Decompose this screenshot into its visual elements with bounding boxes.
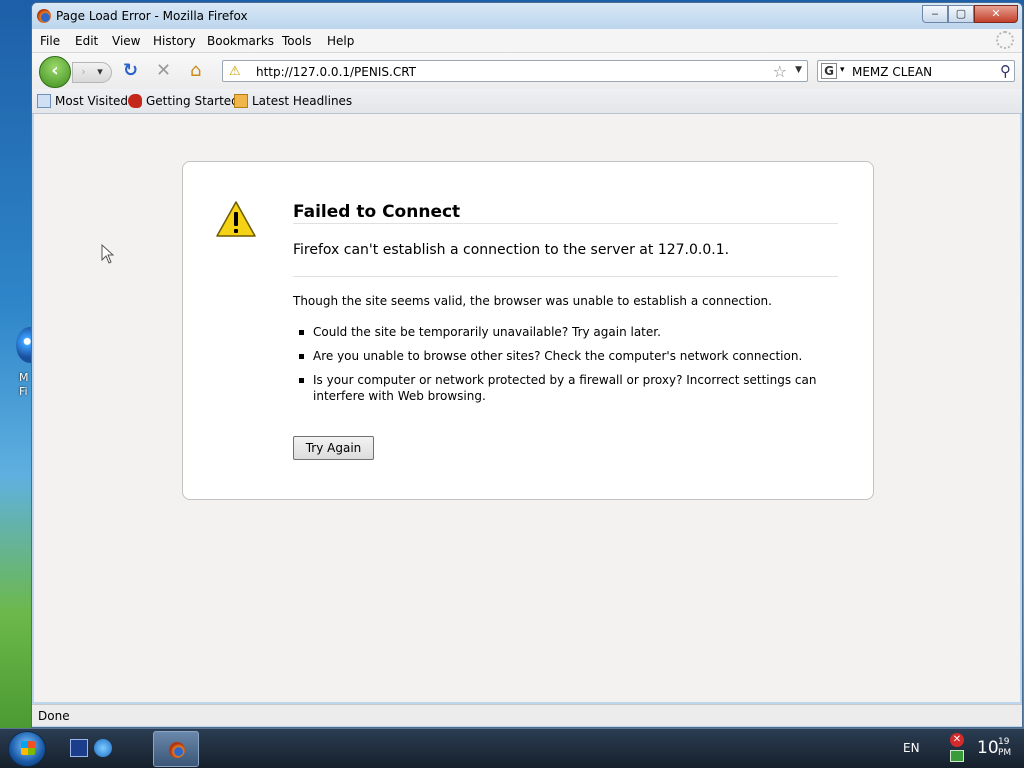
url-bar[interactable]: ⚠ http://127.0.0.1/PENIS.CRT ☆ ▼ <box>222 60 808 82</box>
window-title: Page Load Error - Mozilla Firefox <box>56 9 248 23</box>
maximize-button[interactable]: ▢ <box>948 5 974 23</box>
internet-explorer-icon[interactable] <box>94 739 112 757</box>
bookmark-label: Getting Started <box>146 94 239 108</box>
title-divider <box>293 223 838 224</box>
menu-bookmarks[interactable]: Bookmarks <box>207 34 274 48</box>
history-dropdown-icon[interactable]: ▾ <box>97 65 103 78</box>
desktop-shortcut-label: M Fi <box>19 371 29 398</box>
menu-bar: File Edit View History Bookmarks Tools H… <box>32 29 1022 53</box>
warning-icon <box>216 201 256 237</box>
bookmark-star-icon[interactable]: ☆ <box>773 62 787 81</box>
search-engine-dropdown-icon[interactable]: ▾ <box>840 65 845 75</box>
bookmark-latest-headlines[interactable]: Latest Headlines <box>234 94 352 108</box>
stop-icon[interactable]: ✕ <box>156 62 171 80</box>
list-item: Could the site be temporarily unavailabl… <box>299 324 819 340</box>
status-bar: Done <box>32 704 1022 726</box>
desktop-shortcut-icon[interactable]: M Fi <box>0 325 44 405</box>
list-item: Is your computer or network protected by… <box>299 372 819 404</box>
mouse-cursor-icon <box>101 244 114 264</box>
menu-history[interactable]: History <box>153 34 196 48</box>
status-text: Done <box>38 709 70 723</box>
forward-arrow-icon: › <box>81 65 86 78</box>
show-desktop-icon[interactable] <box>70 739 88 757</box>
menu-edit[interactable]: Edit <box>75 34 98 48</box>
bookmark-label: Most Visited <box>55 94 129 108</box>
menu-view[interactable]: View <box>112 34 140 48</box>
rss-feed-icon <box>234 94 248 108</box>
forward-button[interactable]: › ▾ <box>72 62 112 83</box>
folder-icon <box>37 94 51 108</box>
error-suggestions-list: Could the site be temporarily unavailabl… <box>299 324 819 412</box>
back-button[interactable]: ‹ <box>39 56 71 88</box>
back-arrow-icon: ‹ <box>51 60 59 81</box>
page-content: Failed to Connect Firefox can't establis… <box>34 114 1020 702</box>
menu-file[interactable]: File <box>40 34 60 48</box>
firefox-app-icon[interactable] <box>37 9 51 23</box>
system-clock[interactable]: 10 19 PM <box>977 737 1011 758</box>
url-input[interactable]: http://127.0.0.1/PENIS.CRT <box>256 65 416 79</box>
home-icon[interactable]: ⌂ <box>190 62 201 80</box>
bookmarks-toolbar: Most Visited Getting Started Latest Head… <box>32 89 1022 114</box>
clock-hour: 10 <box>977 738 999 758</box>
windows-logo-icon <box>21 741 35 755</box>
minimize-button[interactable]: ‒ <box>922 5 948 23</box>
reload-icon[interactable]: ↻ <box>123 62 138 80</box>
error-title: Failed to Connect <box>293 202 461 222</box>
start-button[interactable] <box>8 731 46 767</box>
search-input[interactable]: MEMZ CLEAN <box>852 65 932 79</box>
bookmark-most-visited[interactable]: Most Visited <box>37 94 128 108</box>
firefox-icon <box>169 742 185 758</box>
taskbar: EN ✕ 10 19 PM <box>0 728 1024 768</box>
try-again-button[interactable]: Try Again <box>293 436 374 460</box>
list-item: Are you unable to browse other sites? Ch… <box>299 348 819 364</box>
close-button[interactable]: ✕ <box>974 5 1018 23</box>
title-bar[interactable]: Page Load Error - Mozilla Firefox ‒ ▢ ✕ <box>32 3 1022 29</box>
search-engine-google-icon[interactable]: G <box>821 63 837 79</box>
url-dropdown-icon[interactable]: ▼ <box>795 65 802 75</box>
bookmark-getting-started[interactable]: Getting Started <box>128 94 239 108</box>
error-long-description: Though the site seems valid, the browser… <box>293 294 772 308</box>
menu-help[interactable]: Help <box>327 34 354 48</box>
activity-throbber-icon <box>996 31 1014 49</box>
error-short-description: Firefox can't establish a connection to … <box>293 242 730 258</box>
desktop: { "window": { "title": "Page Load Error … <box>0 0 1024 768</box>
security-alert-icon[interactable]: ✕ <box>950 733 964 747</box>
error-container: Failed to Connect Firefox can't establis… <box>182 161 874 500</box>
clock-ampm: PM <box>998 748 1012 758</box>
taskbar-firefox-button[interactable] <box>153 731 199 767</box>
network-icon[interactable] <box>950 750 964 762</box>
site-identity-warning-icon[interactable]: ⚠ <box>229 64 241 79</box>
clock-minute: 19 <box>998 737 1010 747</box>
description-divider <box>293 276 838 277</box>
language-indicator[interactable]: EN <box>903 741 920 755</box>
navigation-toolbar: ‹ › ▾ ↻ ✕ ⌂ ⚠ http://127.0.0.1/PENIS.CRT… <box>32 53 1022 89</box>
window-controls: ‒ ▢ ✕ <box>922 5 1018 23</box>
mozilla-dino-icon <box>128 94 142 108</box>
menu-tools[interactable]: Tools <box>282 34 312 48</box>
search-bar[interactable]: G ▾ MEMZ CLEAN ⚲ <box>817 60 1015 82</box>
firefox-window: Page Load Error - Mozilla Firefox ‒ ▢ ✕ … <box>31 2 1023 728</box>
tray-icons: ✕ <box>950 733 968 765</box>
bookmark-label: Latest Headlines <box>252 94 353 108</box>
search-icon[interactable]: ⚲ <box>1000 62 1011 80</box>
